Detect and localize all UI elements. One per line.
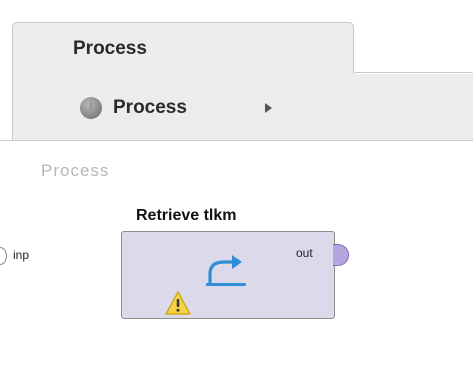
retrieve-arrow-icon [206, 255, 246, 286]
output-port-label: out [296, 246, 313, 260]
top-strip [0, 0, 473, 14]
breadcrumb-item-process[interactable]: Process [113, 97, 187, 119]
process-editor-panel: Process Process Process inp Retrieve tlk… [0, 0, 473, 370]
tab-bar-divider [355, 72, 473, 73]
process-canvas[interactable]: Process inp Retrieve tlkm out [0, 141, 473, 370]
process-circle-icon [80, 97, 102, 119]
process-input-port[interactable] [0, 247, 7, 265]
operator-output-port[interactable] [333, 244, 349, 266]
breadcrumb: Process [12, 74, 473, 140]
input-port-label: inp [13, 248, 30, 262]
tab-process[interactable]: Process [12, 22, 354, 74]
operator-name[interactable]: Retrieve tlkm [136, 207, 237, 225]
tab-label: Process [73, 38, 147, 59]
play-arrow-icon[interactable] [265, 103, 272, 113]
warning-triangle-icon[interactable] [165, 291, 191, 315]
canvas-title: Process [41, 161, 110, 180]
